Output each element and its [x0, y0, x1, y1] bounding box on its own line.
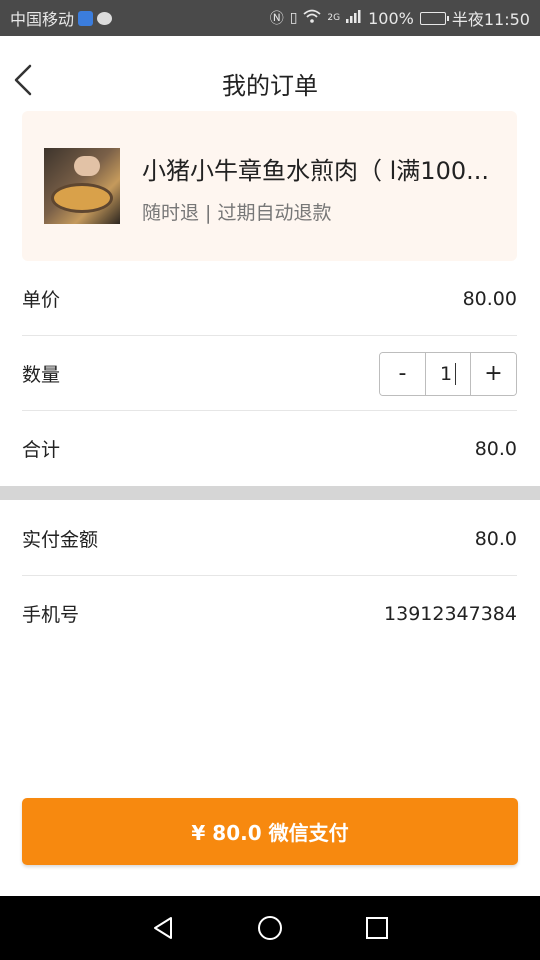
unit-price-value: 80.00	[462, 287, 517, 310]
message-icon	[97, 11, 113, 25]
phone-value: 13912347384	[384, 602, 517, 625]
battery-percent: 100%	[368, 8, 414, 28]
quantity-stepper: - 1 +	[379, 351, 517, 396]
text-cursor	[455, 362, 457, 385]
carrier-label: 中国移动	[10, 10, 75, 29]
quantity-value: 1	[439, 362, 453, 385]
circle-home-icon	[257, 916, 282, 940]
quantity-input[interactable]: 1	[425, 352, 471, 395]
total-label: 合计	[22, 439, 61, 461]
system-nav-bar	[0, 896, 540, 960]
battery-icon	[419, 11, 449, 25]
total-row: 合计 80.0	[22, 411, 517, 486]
product-refund-policy: 随时退 | 过期自动退款	[142, 202, 332, 224]
paid-amount-value: 80.0	[474, 527, 517, 550]
total-value: 80.0	[474, 437, 517, 460]
status-left: 中国移动	[10, 6, 113, 30]
nav-back-button[interactable]	[143, 908, 183, 948]
wechat-pay-button[interactable]: ¥ 80.0 微信支付	[22, 798, 518, 865]
pay-button-label: ¥ 80.0 微信支付	[191, 821, 349, 845]
wifi-icon	[303, 9, 322, 27]
food-hand-shape	[74, 156, 100, 176]
nfc-icon: Ⓝ	[269, 11, 284, 27]
product-card[interactable]: 小猪小牛章鱼水煎肉（ l满100... 随时退 | 过期自动退款	[22, 111, 517, 261]
unit-price-row: 单价 80.00	[22, 261, 517, 336]
section-separator	[0, 486, 540, 500]
unit-price-label: 单价	[22, 289, 61, 311]
vibrate-icon: ▯	[289, 10, 298, 26]
triangle-back-icon	[154, 917, 173, 939]
paid-amount-row: 实付金额 80.0	[22, 501, 517, 576]
phone-label: 手机号	[22, 604, 80, 626]
food-plate-shape	[54, 186, 110, 210]
nav-home-button[interactable]	[250, 908, 290, 948]
quantity-label: 数量	[22, 364, 61, 386]
decrement-button[interactable]: -	[380, 352, 425, 395]
page-title: 我的订单	[222, 72, 318, 100]
product-thumbnail	[44, 148, 120, 224]
phone-row: 手机号 13912347384	[22, 576, 517, 651]
signal-icon	[346, 9, 362, 27]
nav-recents-button[interactable]	[357, 908, 397, 948]
increment-button[interactable]: +	[471, 352, 516, 395]
quantity-row: 数量 - 1 +	[22, 336, 517, 411]
status-bar: 中国移动 Ⓝ ▯ 2G 100% 半夜11:50	[0, 0, 540, 36]
paid-amount-label: 实付金额	[22, 529, 99, 551]
security-app-icon	[78, 10, 94, 26]
network-type-label: 2G	[327, 13, 341, 23]
status-right: Ⓝ ▯ 2G 100% 半夜11:50	[270, 6, 530, 30]
square-recents-icon	[365, 917, 388, 939]
product-name: 小猪小牛章鱼水煎肉（ l满100...	[142, 157, 489, 185]
clock: 半夜11:50	[451, 10, 530, 29]
